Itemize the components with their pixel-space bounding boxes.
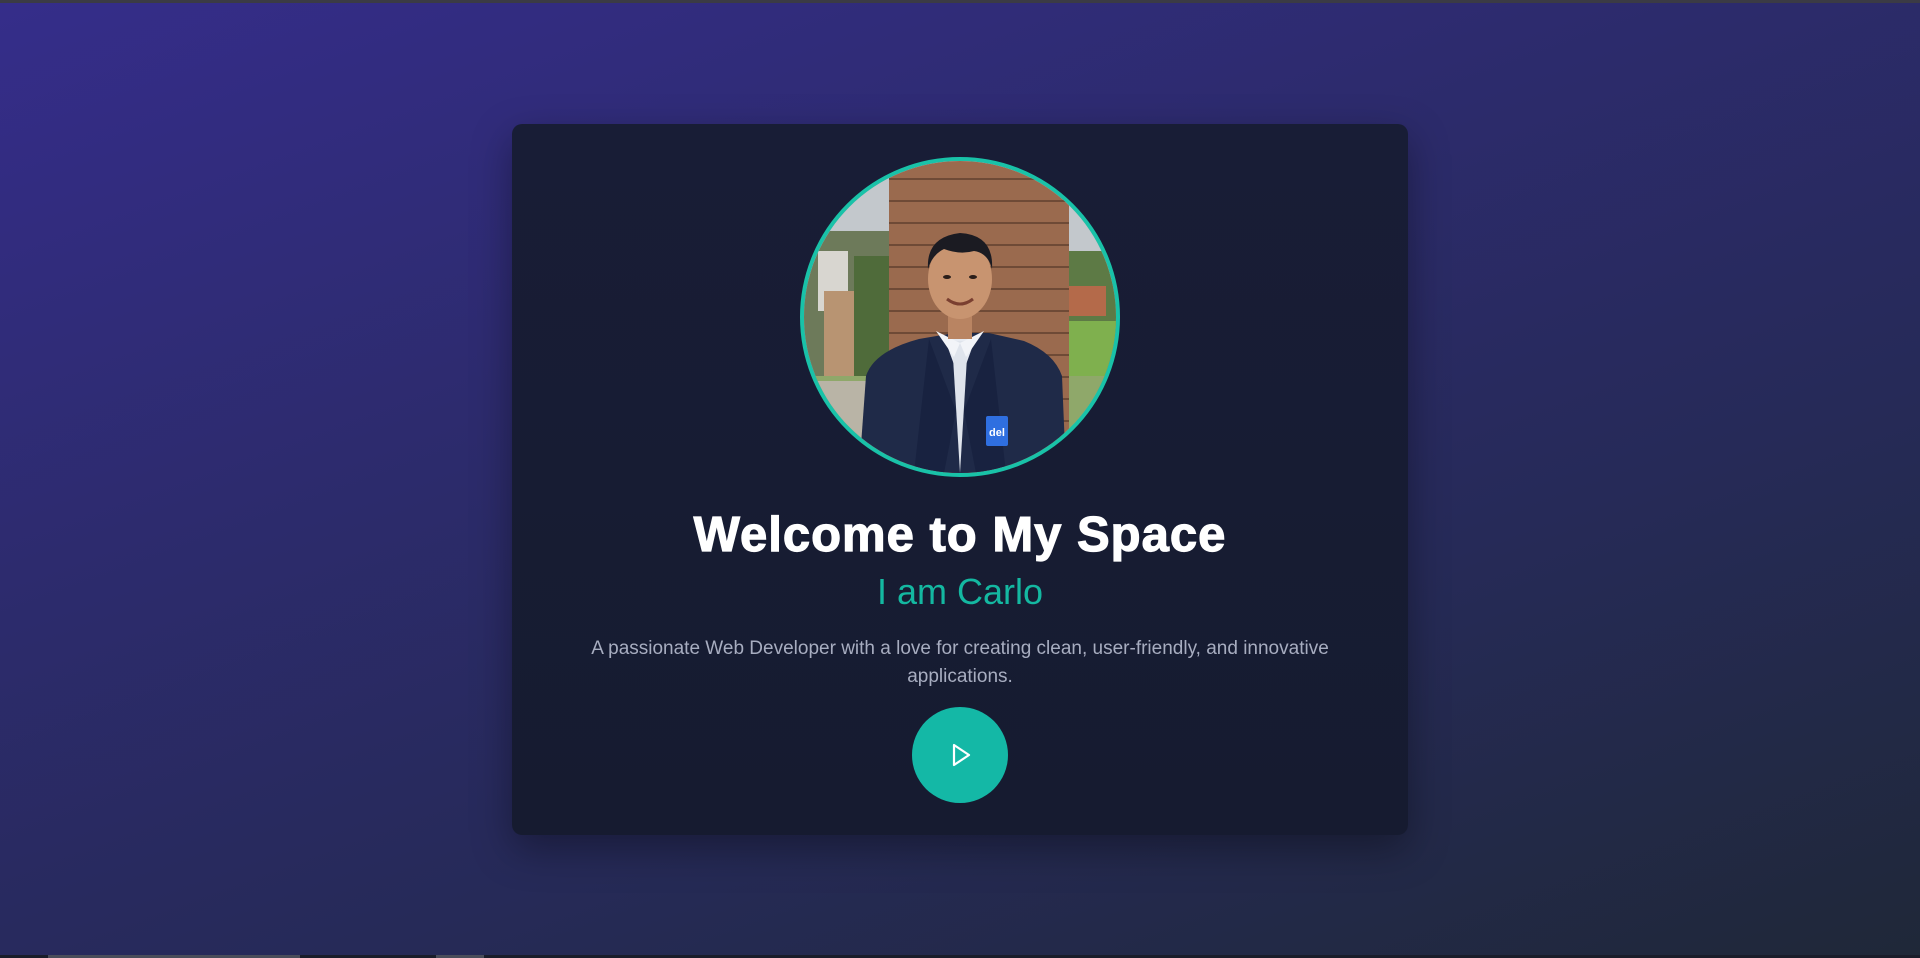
intro-description: A passionate Web Developer with a love f… xyxy=(591,638,1329,687)
badge-text: del xyxy=(989,427,1005,439)
page-subtitle: I am Carlo xyxy=(876,571,1044,612)
profile-avatar: del xyxy=(800,157,1120,477)
play-button[interactable] xyxy=(912,707,1008,803)
welcome-card: del Welcome to My Space I am Carlo A pas… xyxy=(512,124,1408,835)
page-title: Welcome to My Space xyxy=(693,507,1227,562)
play-icon xyxy=(952,743,971,767)
window-top-edge xyxy=(0,0,1920,3)
profile-photo: del xyxy=(804,161,1116,473)
